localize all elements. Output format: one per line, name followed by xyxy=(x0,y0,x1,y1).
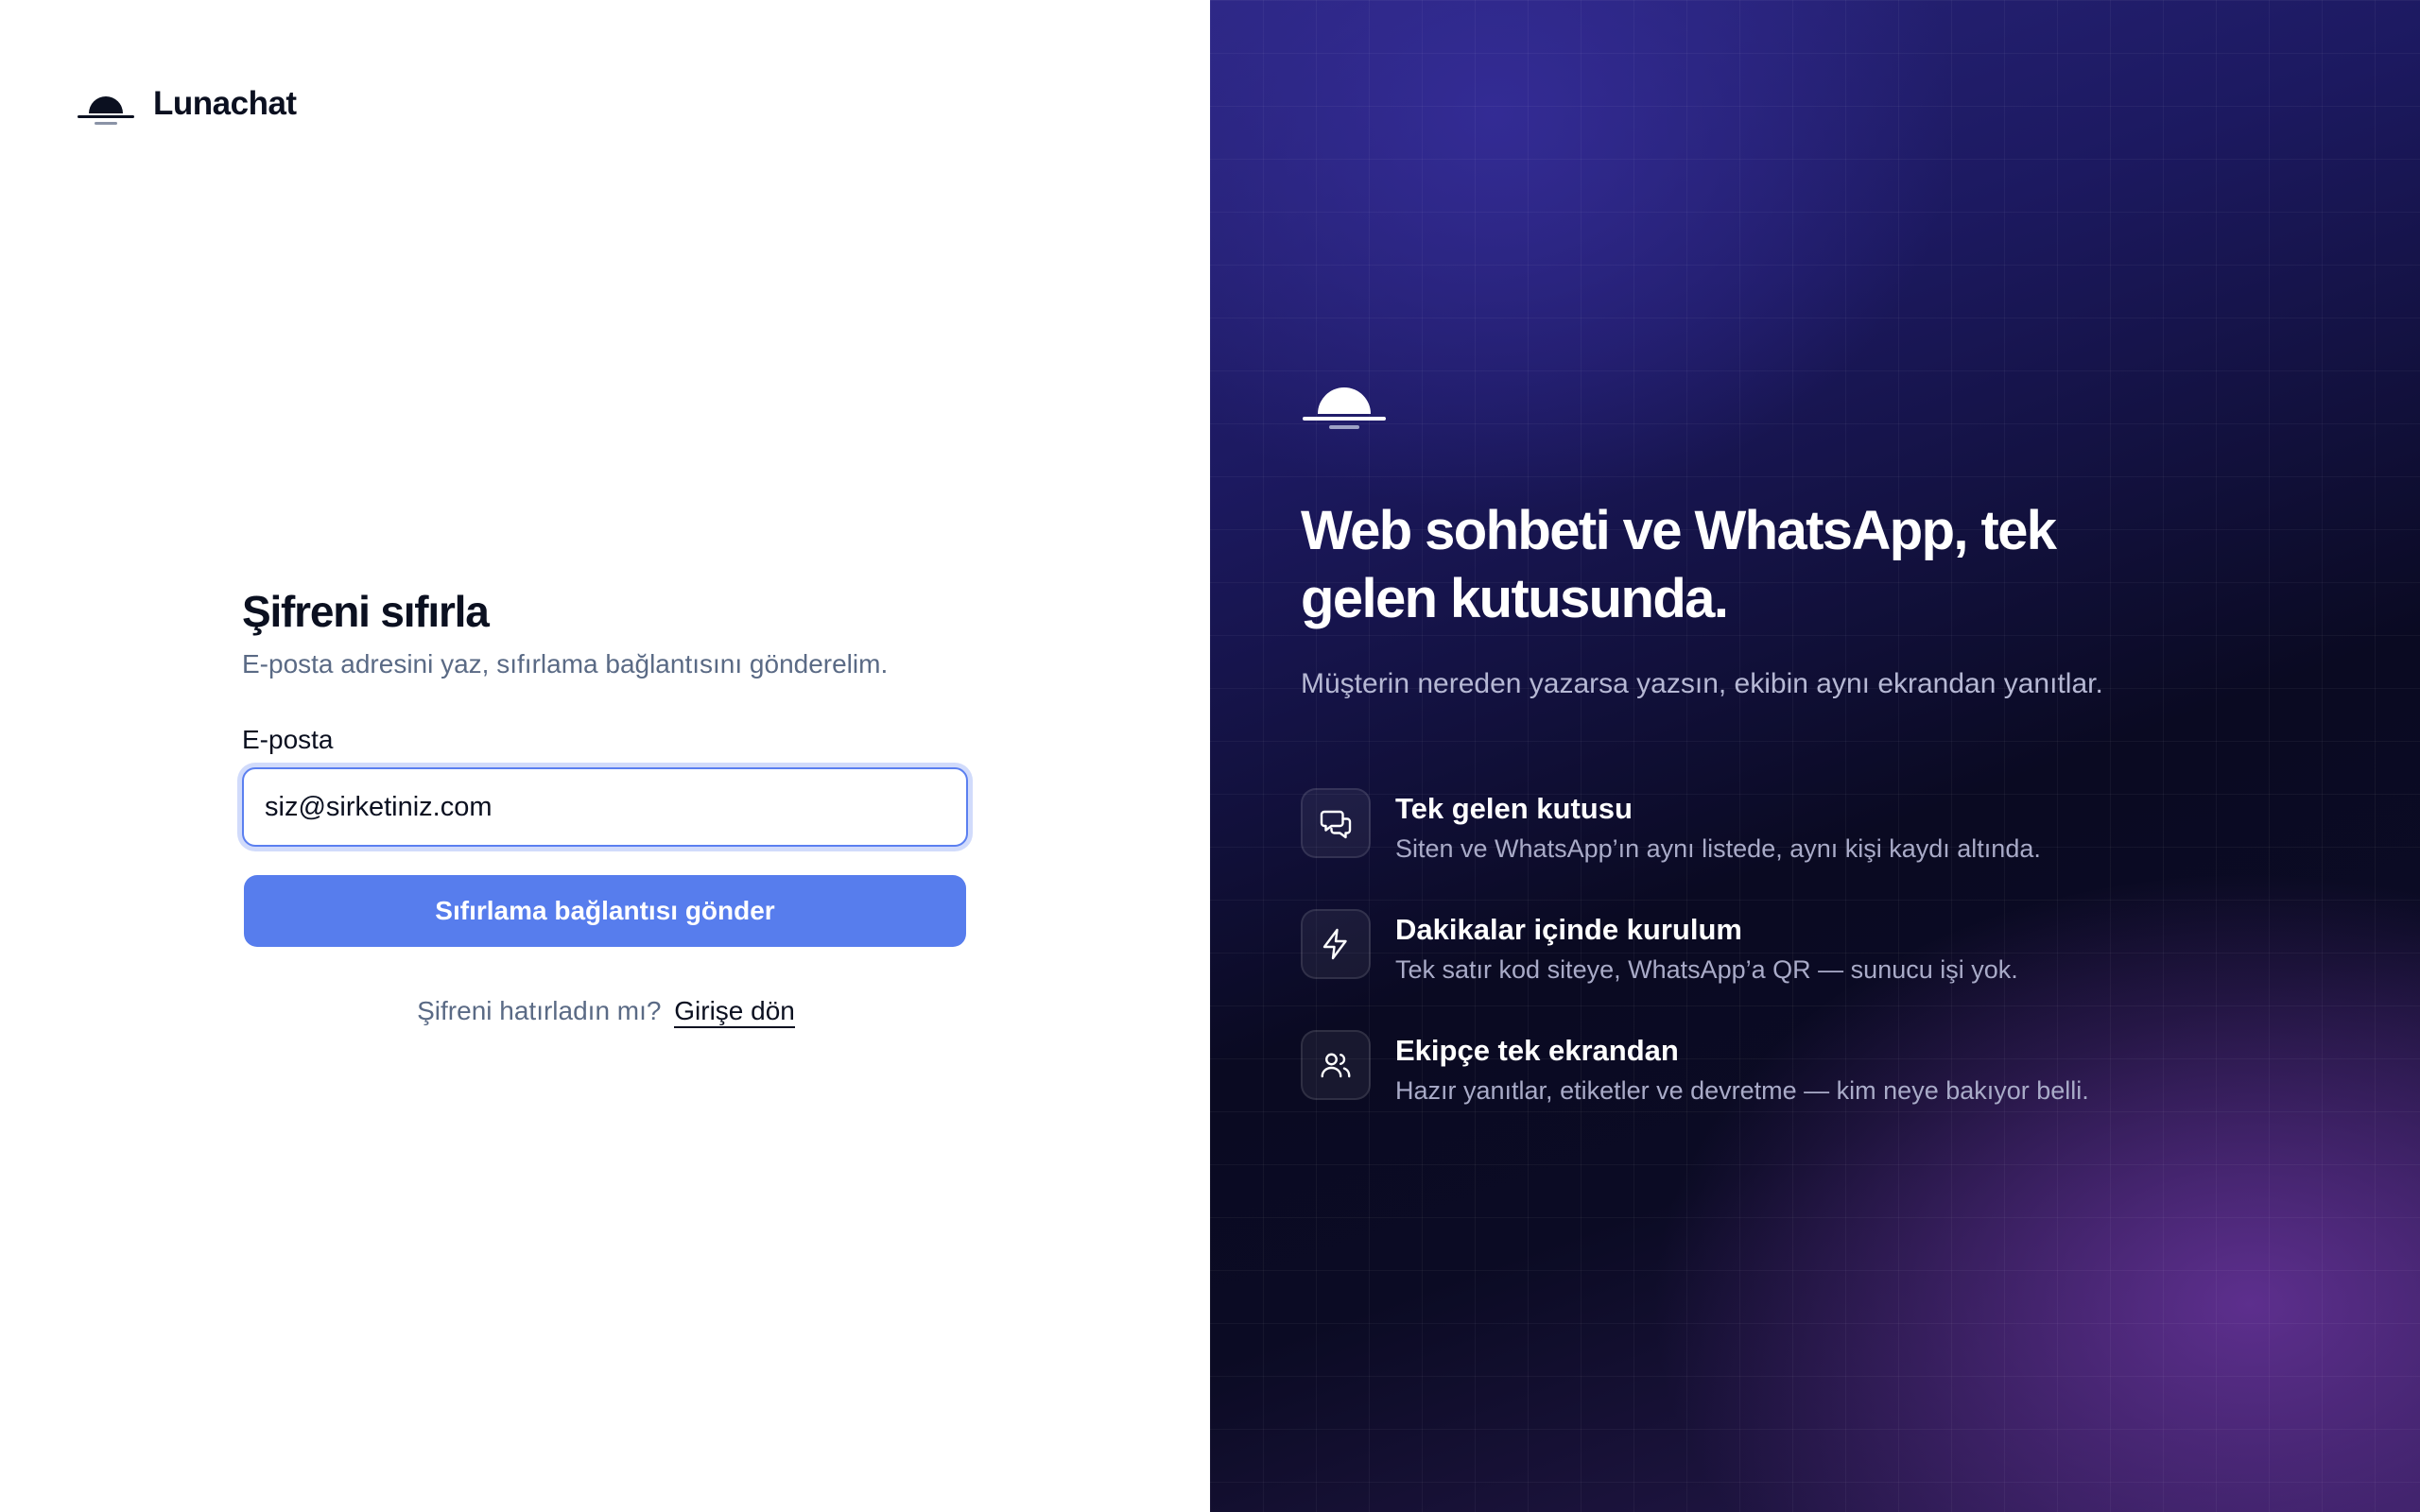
lightning-icon xyxy=(1301,909,1371,979)
moon-sunset-logo-icon xyxy=(1303,387,1386,429)
feature-description: Tek satır kod siteye, WhatsApp’a QR — su… xyxy=(1395,955,2018,984)
send-reset-link-button[interactable]: Sıfırlama bağlantısı gönder xyxy=(244,875,966,947)
reset-password-panel: Lunachat Şifreni sıfırla E-posta adresin… xyxy=(0,0,1210,1512)
hero-subtitle: Müşterin nereden yazarsa yazsın, ekibin … xyxy=(1301,668,2103,699)
feature-description: Hazır yanıtlar, etiketler ve devretme — … xyxy=(1395,1076,2089,1105)
back-to-login-row: Şifreni hatırladın mı? Girişe dön xyxy=(242,996,970,1028)
hero-panel: Web sohbeti ve WhatsApp, tek gelen kutus… xyxy=(1210,0,2420,1512)
page-subtitle: E-posta adresini yaz, sıfırlama bağlantı… xyxy=(242,649,889,679)
hero-title: Web sohbeti ve WhatsApp, tek gelen kutus… xyxy=(1301,500,2057,629)
feature-title: Ekipçe tek ekrandan xyxy=(1395,1034,1679,1067)
feature-list: Tek gelen kutusu Siten ve WhatsApp’ın ay… xyxy=(1301,788,2152,1151)
chat-bubbles-icon xyxy=(1301,788,1371,858)
feature-item: Ekipçe tek ekrandan Hazır yanıtlar, etik… xyxy=(1301,1030,2152,1151)
page-title: Şifreni sıfırla xyxy=(242,587,490,636)
moon-sunset-logo-icon xyxy=(78,96,134,125)
feature-item: Tek gelen kutusu Siten ve WhatsApp’ın ay… xyxy=(1301,788,2152,909)
feature-item: Dakikalar içinde kurulum Tek satır kod s… xyxy=(1301,909,2152,1030)
brand-name: Lunachat xyxy=(153,85,297,122)
feature-title: Tek gelen kutusu xyxy=(1395,792,1633,825)
hero-content: Web sohbeti ve WhatsApp, tek gelen kutus… xyxy=(1301,369,2152,1151)
users-icon xyxy=(1301,1030,1371,1100)
feature-description: Siten ve WhatsApp’ın aynı listede, aynı … xyxy=(1395,834,2041,863)
back-to-login-link[interactable]: Girişe dön xyxy=(674,996,795,1028)
email-field[interactable] xyxy=(242,767,968,847)
back-prompt: Şifreni hatırladın mı? xyxy=(417,996,662,1025)
reset-form: Şifreni sıfırla E-posta adresini yaz, sı… xyxy=(242,584,970,1028)
email-label: E-posta xyxy=(242,725,334,754)
feature-title: Dakikalar içinde kurulum xyxy=(1395,913,1742,946)
brand[interactable]: Lunachat xyxy=(76,79,297,129)
